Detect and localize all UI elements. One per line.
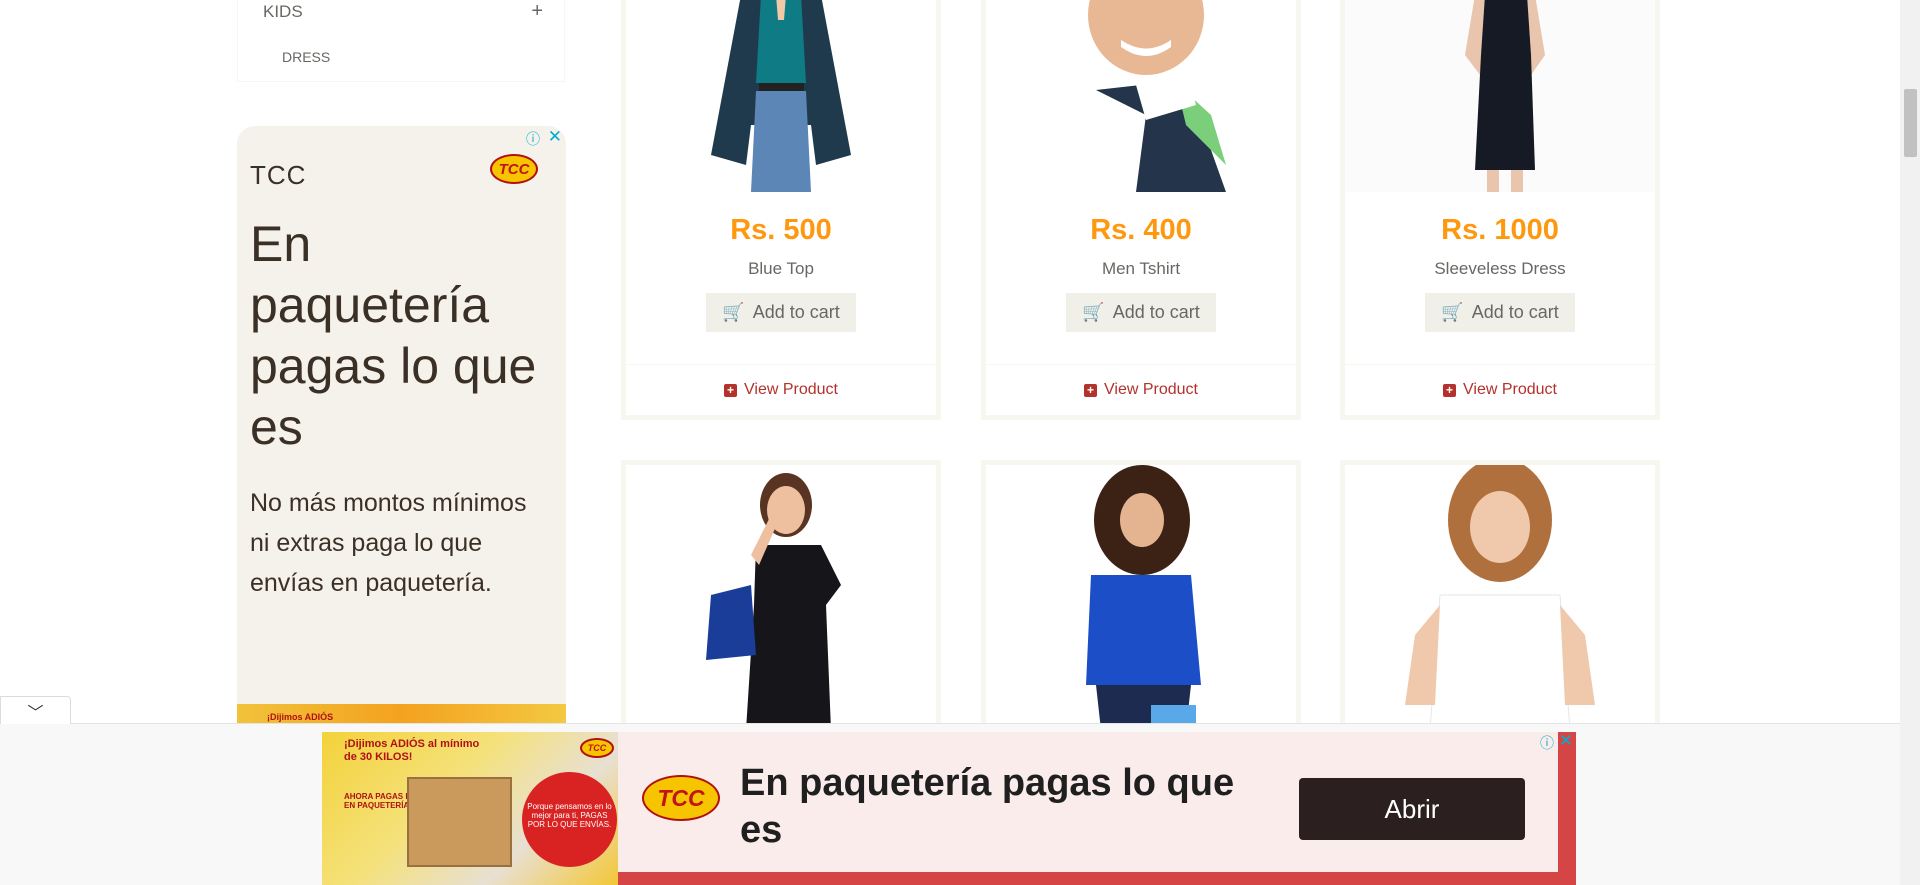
product-name: Sleeveless Dress (1434, 259, 1566, 278)
ad-close-icon[interactable]: ✕ (1559, 732, 1573, 751)
adchoices-info-icon[interactable]: ⓘ (1540, 733, 1554, 753)
product-image (626, 465, 936, 730)
product-card (621, 460, 941, 730)
page-scrollbar[interactable] (1900, 0, 1920, 885)
product-photo (626, 0, 936, 192)
sidebar-ad[interactable]: ⓘ ✕ TCC TCC En paquetería pagas lo que e… (237, 126, 566, 730)
ad-promo-circle: Porque pensamos en lo mejor para ti, PAG… (522, 772, 617, 867)
product-image-sleeveless-dress (1345, 0, 1655, 192)
ad-body: No más montos mínimos ni extras paga lo … (250, 489, 527, 597)
product-image-men-tshirt (986, 0, 1296, 192)
view-product-link[interactable]: + View Product (626, 364, 936, 415)
product-image (1345, 465, 1655, 730)
plus-square-icon: + (724, 383, 737, 397)
product-photo (986, 465, 1296, 730)
scrollbar-thumb[interactable] (1904, 89, 1917, 157)
add-to-cart-label: Add to cart (1471, 302, 1559, 322)
anchor-ad[interactable]: ¡Dijimos ADIÓS al mínimo de 30 KILOS! AH… (322, 732, 1576, 885)
view-product-label: View Product (744, 381, 838, 398)
shopping-cart-icon: 🛒 (1441, 302, 1464, 322)
collapse-ad-button[interactable]: ﹀ (0, 696, 71, 724)
ad-small-logo: TCC (580, 738, 614, 758)
product-image-blue-top (626, 0, 936, 192)
view-product-label: View Product (1463, 381, 1557, 398)
page: KIDS + DRESS ⓘ ✕ TCC TCC En paquetería p… (0, 0, 1920, 885)
category-kids[interactable]: KIDS + (263, 0, 543, 23)
product-card: Rs. 400 Men Tshirt 🛒 Add to cart + View … (981, 0, 1301, 420)
chevron-down-icon: ﹀ (27, 704, 44, 722)
product-image (986, 465, 1296, 730)
product-card (1340, 460, 1660, 730)
product-photo (1345, 465, 1655, 730)
product-price: Rs. 1000 (1441, 214, 1559, 246)
category-panel: KIDS + DRESS (237, 0, 565, 82)
product-card: Rs. 500 Blue Top 🛒 Add to cart + View Pr… (621, 0, 941, 420)
add-to-cart-button[interactable]: 🛒 Add to cart (706, 293, 856, 332)
product-photo (626, 465, 936, 730)
adchoices-info-icon[interactable]: ⓘ (526, 129, 540, 149)
ad-brand: TCC (250, 160, 307, 190)
product-name: Men Tshirt (1101, 259, 1181, 278)
ad-promo-text: ¡Dijimos ADIÓS (267, 712, 334, 722)
product-photo (1345, 0, 1655, 192)
ad-logo: TCC (490, 154, 538, 184)
view-product-link[interactable]: + View Product (986, 364, 1296, 415)
ad-logo: TCC (642, 775, 720, 821)
plus-square-icon: + (1443, 383, 1456, 397)
shopping-cart-icon: 🛒 (722, 302, 745, 322)
ad-open-button[interactable]: Abrir (1299, 778, 1525, 840)
product-price: Rs. 400 (1090, 214, 1192, 246)
product-price: Rs. 500 (730, 214, 832, 246)
add-to-cart-label: Add to cart (1112, 302, 1200, 322)
product-card (981, 460, 1301, 730)
subcategory-dress[interactable]: DRESS (282, 49, 330, 65)
view-product-link[interactable]: + View Product (1345, 364, 1655, 415)
package-box-icon (407, 777, 512, 867)
plus-square-icon: + (1084, 383, 1097, 397)
ad-promo-heading: ¡Dijimos ADIÓS al mínimo de 30 KILOS! (344, 738, 480, 763)
product-name: Blue Top (748, 259, 814, 278)
add-to-cart-button[interactable]: 🛒 Add to cart (1066, 293, 1216, 332)
product-card: Rs. 1000 Sleeveless Dress 🛒 Add to cart … (1340, 0, 1660, 420)
product-photo (986, 0, 1296, 192)
add-to-cart-button[interactable]: 🛒 Add to cart (1425, 293, 1575, 332)
shopping-cart-icon: 🛒 (1082, 302, 1105, 322)
ad-close-icon[interactable]: ✕ (548, 127, 562, 147)
add-to-cart-label: Add to cart (752, 302, 840, 322)
ad-promo-image: ¡Dijimos ADIÓS al mínimo de 30 KILOS! AH… (322, 732, 618, 885)
expand-plus-icon[interactable]: + (531, 0, 543, 23)
view-product-label: View Product (1104, 381, 1198, 398)
ad-headline: En paquetería pagas lo que es (250, 216, 537, 455)
category-label[interactable]: KIDS (263, 2, 303, 21)
ad-headline: En paquetería pagas lo que es (740, 762, 1235, 851)
